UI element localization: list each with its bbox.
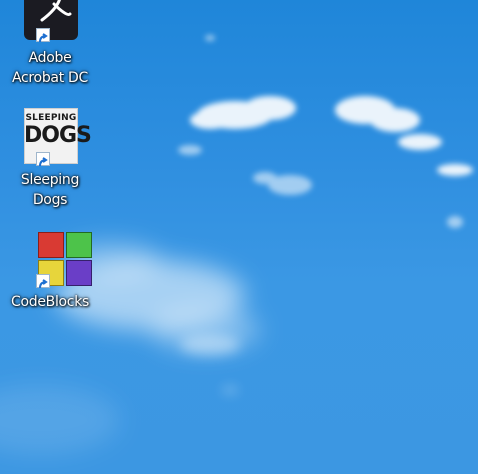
icon-label: Sleeping Dogs <box>20 172 80 208</box>
codeblocks-icon <box>22 230 92 289</box>
desktop-icon-codeblocks[interactable]: CodeBlocks <box>7 230 93 312</box>
sleeping-dogs-icon: SLEEPING DOGS <box>22 108 92 167</box>
cloud-top <box>190 96 473 176</box>
shortcut-arrow-icon <box>36 274 50 289</box>
desktop-icon-sleeping-dogs[interactable]: SLEEPING DOGS Sleeping Dogs <box>7 108 93 210</box>
adobe-acrobat-icon <box>22 0 78 43</box>
icon-label: CodeBlocks <box>11 294 89 310</box>
sleeping-dogs-art-top: SLEEPING <box>25 113 77 123</box>
icon-label: Adobe Acrobat DC <box>11 50 88 86</box>
shortcut-arrow-icon <box>36 28 50 43</box>
desktop-icon-adobe-acrobat[interactable]: Adobe Acrobat DC <box>7 0 93 88</box>
desktop-background[interactable]: Adobe Acrobat DC SLEEPING DOGS Sleeping … <box>0 0 478 474</box>
sleeping-dogs-art-bottom: DOGS <box>24 123 92 148</box>
shortcut-arrow-icon <box>36 152 50 167</box>
